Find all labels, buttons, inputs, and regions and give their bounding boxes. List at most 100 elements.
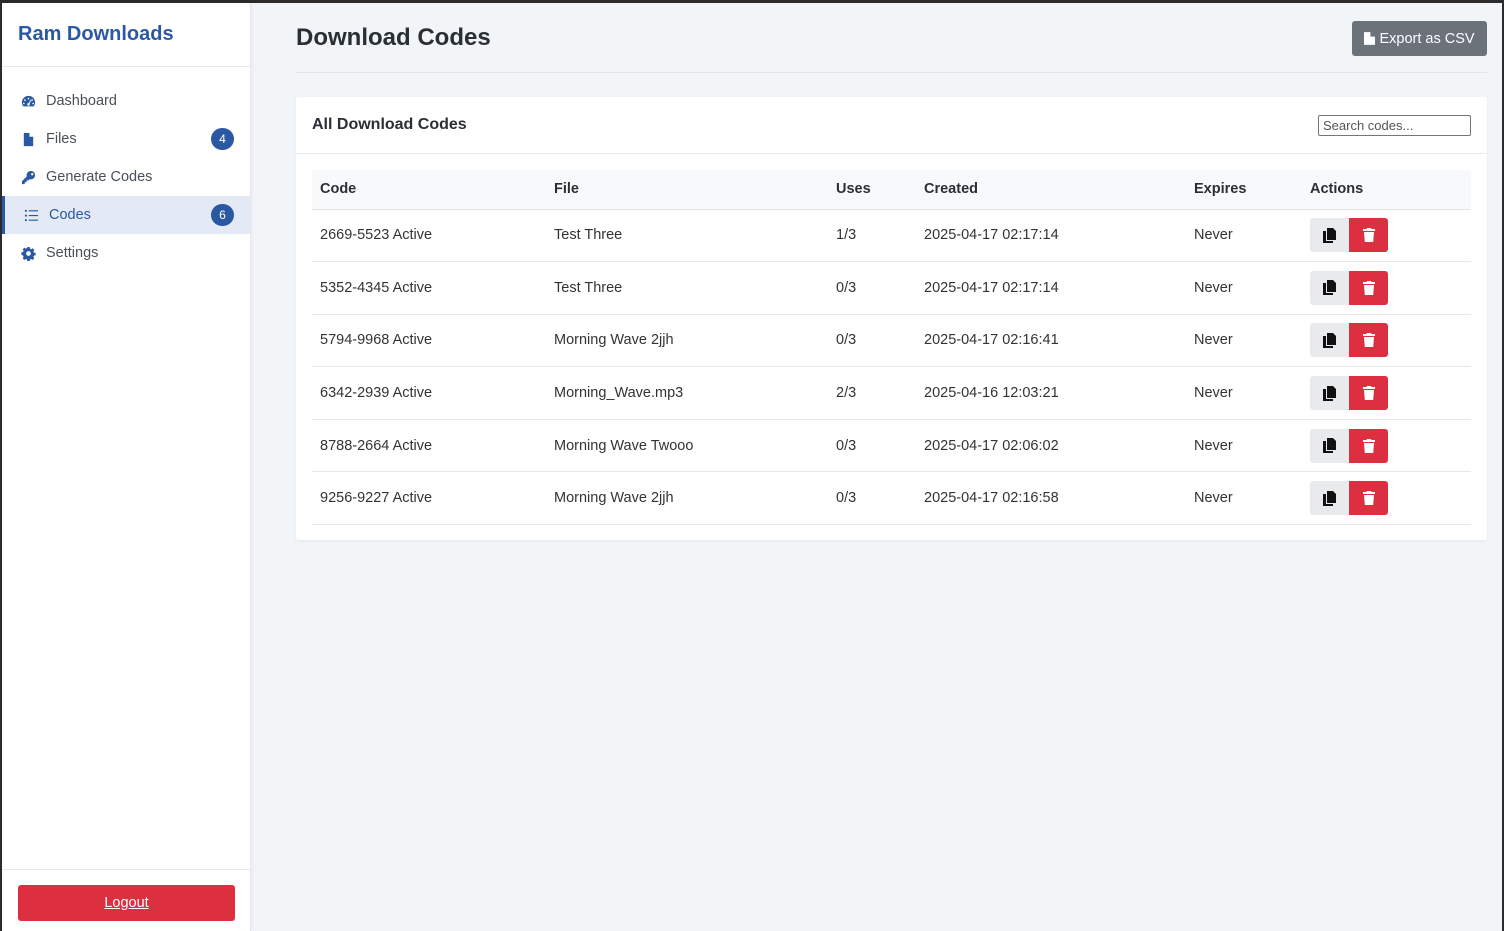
cell-uses: 0/3: [828, 261, 916, 315]
copy-icon: [1323, 438, 1336, 454]
cell-file: Morning_Wave.mp3: [546, 366, 828, 420]
copy-icon: [1323, 490, 1336, 506]
sidebar-item-files[interactable]: Files 4: [2, 120, 250, 158]
cell-code: 2669-5523 Active: [312, 209, 546, 263]
cell-code: 5794-9968 Active: [312, 314, 546, 368]
delete-code-button[interactable]: [1349, 270, 1388, 305]
table-row: 9256-9227 Active Morning Wave 2jjh 0/3 2…: [312, 471, 1471, 526]
trash-icon: [1362, 438, 1375, 453]
cell-code: 9256-9227 Active: [312, 471, 546, 526]
sidebar-item-codes[interactable]: Codes 6: [2, 196, 250, 234]
row-actions: [1310, 323, 1471, 358]
cell-expires: Never: [1186, 314, 1302, 368]
sidebar-item-label: Files: [46, 131, 77, 147]
cell-expires: Never: [1186, 261, 1302, 315]
cell-expires: Never: [1186, 471, 1302, 526]
delete-code-button[interactable]: [1349, 376, 1388, 411]
cell-uses: 2/3: [828, 366, 916, 420]
gear-icon: [20, 245, 36, 261]
row-actions: [1310, 428, 1471, 463]
sidebar-nav: Dashboard Files 4 Generate Codes Codes 6: [2, 82, 250, 272]
sidebar-item-settings[interactable]: Settings: [2, 234, 250, 272]
cell-code: 5352-4345 Active: [312, 261, 546, 315]
cell-created: 2025-04-17 02:16:58: [916, 471, 1186, 526]
trash-icon: [1362, 280, 1375, 295]
logout-button[interactable]: Logout: [18, 885, 235, 921]
cell-actions: [1302, 366, 1471, 420]
trash-icon: [1362, 386, 1375, 401]
row-actions: [1310, 270, 1471, 305]
copy-icon: [1323, 385, 1336, 401]
table-row: 6342-2939 Active Morning_Wave.mp3 2/3 20…: [312, 366, 1471, 420]
delete-code-button[interactable]: [1349, 428, 1388, 463]
row-actions: [1310, 376, 1471, 411]
trash-icon: [1362, 228, 1375, 243]
page-header: Download Codes Export as CSV: [296, 3, 1487, 73]
column-header-actions: Actions: [1302, 170, 1471, 210]
copy-code-button[interactable]: [1310, 270, 1349, 305]
list-icon: [23, 207, 39, 223]
trash-icon: [1362, 491, 1375, 506]
sidebar: Ram Downloads Dashboard Files 4 Generate…: [2, 3, 251, 931]
row-actions: [1310, 218, 1471, 253]
cell-actions: [1302, 209, 1471, 263]
column-header-created[interactable]: Created: [916, 170, 1186, 210]
copy-icon: [1323, 227, 1336, 243]
card-title: All Download Codes: [312, 116, 467, 133]
cell-expires: Never: [1186, 419, 1302, 473]
cell-uses: 0/3: [828, 314, 916, 368]
table-row: 2669-5523 Active Test Three 1/3 2025-04-…: [312, 209, 1471, 263]
cell-uses: 1/3: [828, 209, 916, 263]
file-icon: [20, 131, 36, 147]
copy-code-button[interactable]: [1310, 323, 1349, 358]
copy-icon: [1323, 280, 1336, 296]
copy-code-button[interactable]: [1310, 428, 1349, 463]
export-csv-button[interactable]: Export as CSV: [1352, 21, 1487, 56]
key-icon: [20, 169, 36, 185]
cell-created: 2025-04-17 02:17:14: [916, 261, 1186, 315]
sidebar-footer: Logout: [2, 869, 250, 931]
cell-file: Test Three: [546, 209, 828, 263]
sidebar-item-label: Settings: [46, 245, 99, 261]
codes-card: All Download Codes Code File Uses Create…: [296, 97, 1487, 540]
cell-actions: [1302, 314, 1471, 368]
sidebar-item-generate-codes[interactable]: Generate Codes: [2, 158, 250, 196]
column-header-expires[interactable]: Expires: [1186, 170, 1302, 210]
files-count-badge: 4: [211, 128, 234, 150]
cell-created: 2025-04-17 02:16:41: [916, 314, 1186, 368]
sidebar-item-label: Generate Codes: [46, 169, 153, 185]
main-content: Download Codes Export as CSV All Downloa…: [296, 3, 1487, 540]
copy-code-button[interactable]: [1310, 218, 1349, 253]
table-header-row: Code File Uses Created Expires Actions: [312, 170, 1471, 210]
table-row: 5352-4345 Active Test Three 0/3 2025-04-…: [312, 261, 1471, 315]
copy-icon: [1323, 332, 1336, 348]
cell-expires: Never: [1186, 366, 1302, 420]
column-header-uses[interactable]: Uses: [828, 170, 916, 210]
cell-file: Morning Wave Twooo: [546, 419, 828, 473]
column-header-file[interactable]: File: [546, 170, 828, 210]
cell-created: 2025-04-17 02:06:02: [916, 419, 1186, 473]
table-row: 8788-2664 Active Morning Wave Twooo 0/3 …: [312, 419, 1471, 473]
cell-uses: 0/3: [828, 419, 916, 473]
row-actions: [1310, 481, 1471, 516]
sidebar-item-label: Dashboard: [46, 93, 117, 109]
gauge-icon: [20, 93, 36, 109]
delete-code-button[interactable]: [1349, 323, 1388, 358]
sidebar-item-dashboard[interactable]: Dashboard: [2, 82, 250, 120]
cell-actions: [1302, 471, 1471, 526]
cell-created: 2025-04-17 02:17:14: [916, 209, 1186, 263]
cell-file: Morning Wave 2jjh: [546, 314, 828, 368]
cell-code: 8788-2664 Active: [312, 419, 546, 473]
copy-code-button[interactable]: [1310, 376, 1349, 411]
cell-uses: 0/3: [828, 471, 916, 526]
sidebar-item-label: Codes: [49, 207, 91, 223]
export-csv-label: Export as CSV: [1379, 30, 1475, 47]
column-header-code[interactable]: Code: [312, 170, 546, 210]
copy-code-button[interactable]: [1310, 481, 1349, 516]
delete-code-button[interactable]: [1349, 218, 1388, 253]
cell-file: Morning Wave 2jjh: [546, 471, 828, 526]
search-input[interactable]: [1318, 115, 1471, 136]
delete-code-button[interactable]: [1349, 481, 1388, 516]
cell-created: 2025-04-16 12:03:21: [916, 366, 1186, 420]
brand-title[interactable]: Ram Downloads: [2, 3, 250, 67]
